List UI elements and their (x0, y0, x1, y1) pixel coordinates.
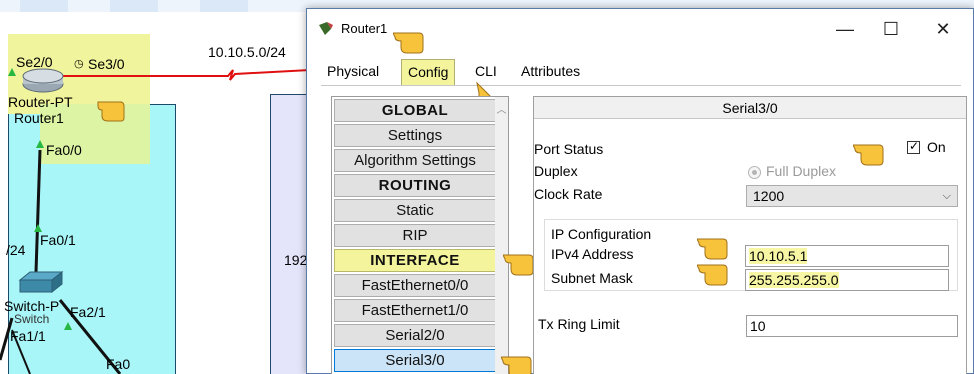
tx-ring-limit-label: Tx Ring Limit (538, 316, 620, 332)
port-status-label: Port Status (534, 141, 604, 157)
scroll-up-arrow-icon[interactable]: ︿ (496, 101, 507, 116)
nav-item-fastethernet0-0[interactable]: FastEthernet0/0 (334, 274, 496, 297)
nav-header-global[interactable]: GLOBAL (334, 99, 496, 122)
nav-item-fastethernet1-0[interactable]: FastEthernet1/0 (334, 299, 496, 322)
link-up-indicator (34, 224, 42, 232)
tab-config[interactable]: Config (401, 59, 456, 85)
switch-name-label: Switch (14, 312, 50, 326)
nav-item-settings[interactable]: Settings (334, 124, 496, 147)
nav-scrollbar[interactable]: ︿ (495, 97, 508, 374)
link-up-indicator (36, 140, 44, 148)
ip-config-label: IP Configuration (551, 226, 652, 242)
link-up-indicator (64, 322, 72, 330)
fa-link-line (34, 149, 42, 273)
clock-rate-select[interactable]: 1200 ⌵ (746, 185, 958, 207)
nav-item-algorithm-settings[interactable]: Algorithm Settings (334, 149, 496, 172)
cut-network-label: /24 (6, 242, 26, 258)
pointing-hand-icon (393, 32, 424, 54)
clock-icon: ◷ (74, 58, 84, 70)
router-name-label: Router1 (14, 110, 64, 126)
port-status-checkbox[interactable]: ✓ (907, 139, 920, 154)
window-title: Router1 (341, 21, 388, 36)
subnet-mask-label: Subnet Mask (551, 270, 633, 286)
router-icon (319, 22, 333, 35)
port-label-fa11: Fa1/1 (10, 328, 46, 344)
port-label-fa0: Fa0 (106, 356, 131, 372)
tab-attributes[interactable]: Attributes (515, 59, 586, 85)
ipv4-address-field[interactable]: 10.10.5.1 (745, 245, 949, 267)
link-up-indicator (8, 68, 16, 76)
link-network-label: 10.10.5.0/24 (208, 44, 286, 60)
nav-item-static[interactable]: Static (334, 199, 496, 222)
tx-ring-limit-value: 10 (750, 318, 766, 334)
port-status-on-label: On (927, 139, 946, 155)
duplex-label: Duplex (534, 163, 578, 179)
pointing-hand-icon (853, 144, 884, 166)
check-icon: ✓ (909, 139, 920, 153)
config-nav-list[interactable]: GLOBAL Settings Algorithm Settings ROUTI… (331, 96, 509, 374)
pointing-hand-icon (97, 101, 125, 122)
router-type-label: Router-PT (8, 94, 73, 110)
nav-item-serial3-0[interactable]: Serial3/0 (334, 349, 496, 372)
tab-divider (321, 85, 961, 86)
ip-configuration-group: IP Configuration IPv4 Address 10.10.5.1 … (544, 219, 958, 291)
nav-header-interface[interactable]: INTERFACE (334, 249, 496, 272)
clock-rate-label: Clock Rate (534, 186, 603, 202)
subnet-mask-value: 255.255.255.0 (749, 272, 839, 288)
tx-ring-limit-field[interactable]: 10 (746, 315, 958, 337)
ipv4-address-value: 10.10.5.1 (749, 248, 808, 264)
close-button[interactable]: ✕ (923, 15, 963, 43)
switch-device-icon[interactable] (16, 268, 64, 298)
cut-network-label: 192 (284, 252, 308, 268)
nav-item-rip[interactable]: RIP (334, 224, 496, 247)
port-label-se30: Se3/0 (88, 56, 125, 72)
pointing-hand-icon (697, 264, 728, 286)
port-label-se20: Se2/0 (16, 54, 53, 70)
router-device-icon[interactable] (20, 66, 66, 96)
full-duplex-radio[interactable] (748, 166, 761, 179)
port-label-fa21: Fa2/1 (70, 304, 106, 320)
full-duplex-label: Full Duplex (766, 163, 837, 179)
port-label-fa00: Fa0/0 (46, 142, 82, 158)
chevron-down-icon: ⌵ (942, 190, 951, 202)
minimize-button[interactable]: — (825, 15, 865, 43)
tab-physical[interactable]: Physical (321, 59, 385, 85)
nav-item-serial2-0[interactable]: Serial2/0 (334, 324, 496, 347)
clock-rate-value: 1200 (753, 188, 785, 204)
maximize-button[interactable]: ☐ (871, 15, 911, 43)
router-config-dialog: Router1 — ☐ ✕ Physical Config CLI Attrib… (306, 8, 974, 374)
port-label-fa01: Fa0/1 (40, 232, 76, 248)
nav-header-routing[interactable]: ROUTING (334, 174, 496, 197)
interface-config-panel: Serial3/0 Port Status ✓ On Duplex Full D… (533, 96, 967, 374)
panel-header: Serial3/0 (534, 97, 966, 119)
ipv4-address-label: IPv4 Address (551, 246, 634, 262)
subnet-mask-field[interactable]: 255.255.255.0 (745, 269, 949, 291)
